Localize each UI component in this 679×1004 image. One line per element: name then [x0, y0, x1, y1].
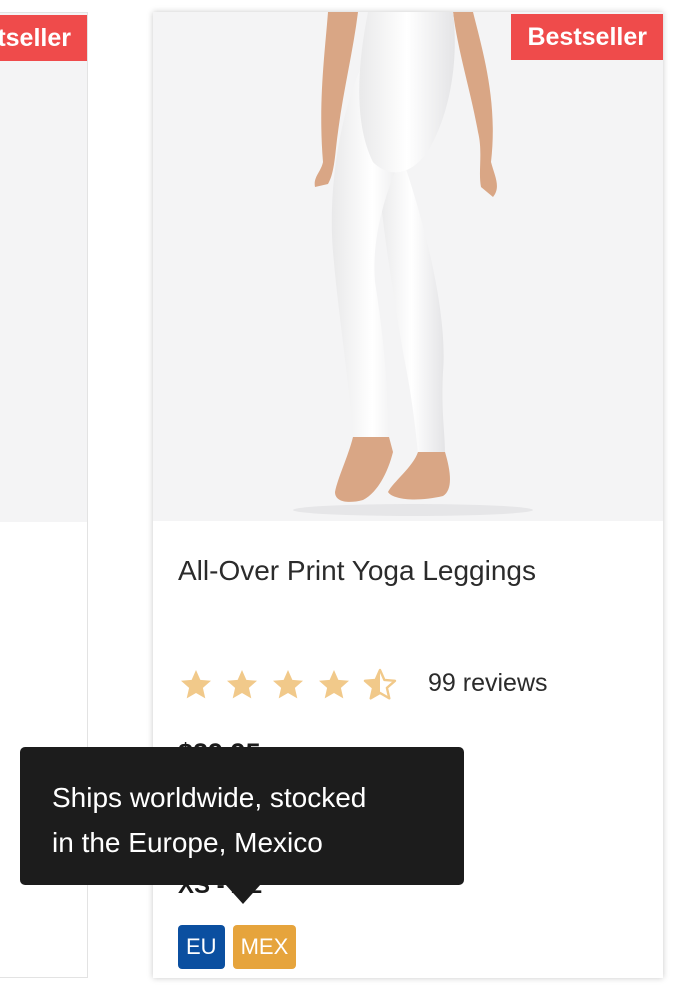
reviews-count[interactable]: 99 reviews: [428, 669, 548, 698]
leggings-illustration: [293, 12, 533, 516]
tooltip-line-1: Ships worldwide, stocked: [52, 782, 367, 813]
tooltip-line-2: in the Europe, Mexico: [52, 827, 323, 858]
star-full-icon: [227, 670, 257, 699]
region-tag-mex[interactable]: MEX: [232, 925, 297, 969]
product-title[interactable]: All-Over Print Yoga Leggings: [178, 555, 536, 587]
star-full-icon: [319, 670, 349, 699]
shipping-tooltip: Ships worldwide, stocked in the Europe, …: [20, 747, 464, 885]
bestseller-badge: tseller: [0, 15, 87, 61]
product-image[interactable]: [153, 12, 663, 521]
tooltip-arrow: [225, 884, 261, 904]
star-half-icon: [363, 668, 397, 700]
star-full-icon: [181, 670, 211, 699]
product-image-placeholder[interactable]: [0, 13, 87, 522]
region-tag-eu[interactable]: EU: [178, 925, 225, 969]
star-rating: [178, 667, 408, 703]
region-tags: EU MEX: [178, 925, 297, 969]
star-full-icon: [273, 670, 303, 699]
bestseller-badge: Bestseller: [511, 14, 663, 60]
